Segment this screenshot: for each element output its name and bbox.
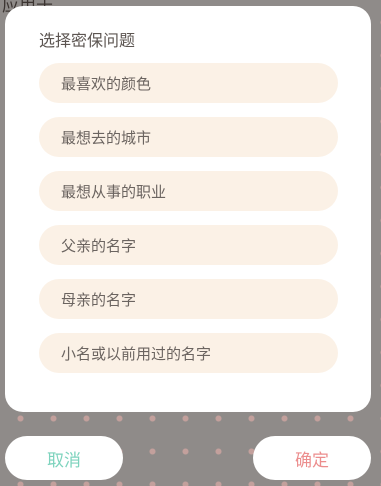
confirm-button[interactable]: 确定: [253, 436, 371, 480]
question-option-mother-name[interactable]: 母亲的名字: [39, 279, 338, 319]
question-option-nickname[interactable]: 小名或以前用过的名字: [39, 333, 338, 373]
dialog-title: 选择密保问题: [39, 31, 136, 50]
question-option-father-name[interactable]: 父亲的名字: [39, 225, 338, 265]
question-option-dream-career[interactable]: 最想从事的职业: [39, 171, 338, 211]
question-options-list: 最喜欢的颜色 最想去的城市 最想从事的职业 父亲的名字 母亲的名字 小名或以前用…: [39, 63, 371, 373]
cancel-button[interactable]: 取消: [5, 436, 123, 480]
security-question-dialog: 选择密保问题 最喜欢的颜色 最想去的城市 最想从事的职业 父亲的名字 母亲的名字…: [5, 6, 371, 412]
question-option-favorite-color[interactable]: 最喜欢的颜色: [39, 63, 338, 103]
question-option-dream-city[interactable]: 最想去的城市: [39, 117, 338, 157]
